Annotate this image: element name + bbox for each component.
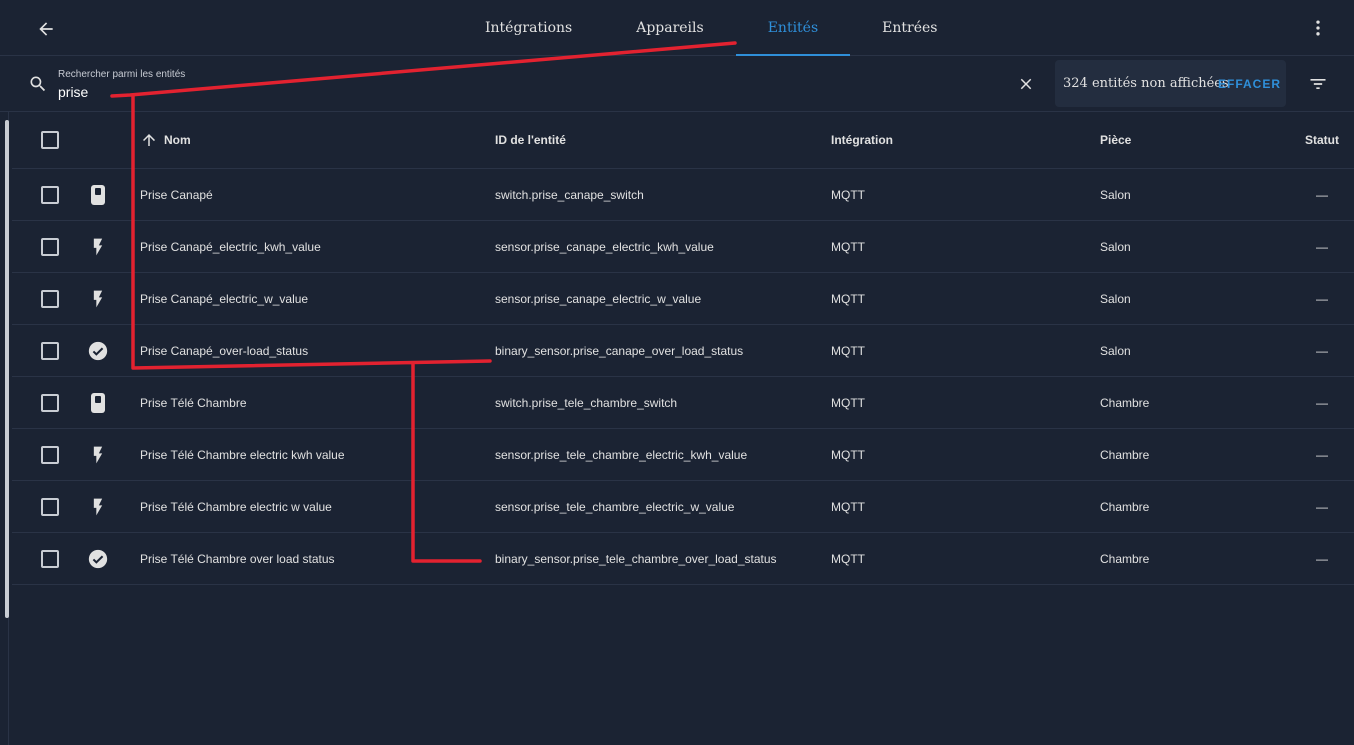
clear-filter-button[interactable]: EFFACER [1218,77,1281,91]
entity-id: switch.prise_tele_chambre_switch [495,395,678,410]
entity-integration: MQTT [831,447,865,462]
entity-integration: MQTT [831,343,865,358]
hidden-entities-count: 324 entités non affichées [1063,76,1229,91]
search-bar: Rechercher parmi les entités 324 entités… [0,56,1354,112]
flash-icon [86,429,110,480]
entity-integration: MQTT [831,551,865,566]
entity-area: Salon [1100,187,1131,202]
row-checkbox[interactable] [41,549,59,568]
entity-area: Chambre [1100,447,1150,462]
check-circle-icon [86,325,110,376]
entity-name: Prise Canapé_electric_kwh_value [140,239,321,254]
entity-id: sensor.prise_tele_chambre_electric_kwh_v… [495,447,748,462]
switch-icon [86,377,110,428]
entity-area: Salon [1100,343,1131,358]
entity-status: — [1316,291,1328,306]
entity-name: Prise Canapé [140,187,213,202]
entities-table: Nom ID de l'entité Intégration Pièce Sta… [12,112,1354,585]
table-row[interactable]: Prise Télé Chambre electric kwh value sen… [12,429,1354,481]
column-name-header[interactable]: Nom [140,112,191,168]
entity-id: sensor.prise_canape_electric_kwh_value [495,239,714,254]
entity-id: switch.prise_canape_switch [495,187,644,202]
entity-area: Chambre [1100,499,1150,514]
entity-area: Chambre [1100,395,1150,410]
entity-id: binary_sensor.prise_tele_chambre_over_lo… [495,551,777,566]
entity-area: Salon [1100,291,1131,306]
entity-id: sensor.prise_canape_electric_w_value [495,291,702,306]
row-checkbox[interactable] [41,341,59,360]
row-checkbox[interactable] [41,289,59,308]
top-app-bar: Intégrations Appareils Entités Entrées [0,0,1354,56]
entity-name: Prise Canapé_over-load_status [140,343,309,358]
flash-icon [86,481,110,532]
tab-integrations[interactable]: Intégrations [453,0,604,56]
filter-icon[interactable] [1306,72,1330,96]
table-row[interactable]: Prise Télé Chambre electric w value senso… [12,481,1354,533]
entity-integration: MQTT [831,395,865,410]
entity-name: Prise Télé Chambre over load status [140,551,335,566]
entity-status: — [1316,395,1328,410]
select-all-checkbox[interactable] [41,131,59,149]
more-vert-icon[interactable] [1304,14,1332,42]
entity-name: Prise Canapé_electric_w_value [140,291,309,306]
close-icon[interactable] [1014,72,1038,96]
search-icon [30,76,46,92]
table-row[interactable]: Prise Télé Chambre over load status binar… [12,533,1354,585]
back-arrow-icon[interactable] [30,13,62,45]
flash-icon [86,273,110,324]
entity-status: — [1316,187,1328,202]
entity-id: binary_sensor.prise_canape_over_load_sta… [495,343,744,358]
search-input[interactable] [58,82,458,102]
entity-name: Prise Télé Chambre electric kwh value [140,447,345,462]
row-checkbox[interactable] [41,497,59,516]
table-row[interactable]: Prise Canapé switch.prise_canape_switch MQ… [12,169,1354,221]
row-checkbox[interactable] [41,185,59,204]
tab-bar: Intégrations Appareils Entités Entrées [453,0,969,56]
search-label: Rechercher parmi les entités [58,69,186,80]
table-row[interactable]: Prise Canapé_electric_kwh_value sensor.pr… [12,221,1354,273]
entity-status: — [1316,499,1328,514]
row-checkbox[interactable] [41,237,59,256]
entity-status: — [1316,239,1328,254]
entity-area: Salon [1100,239,1131,254]
column-entity-id-header[interactable]: ID de l'entité [495,112,566,168]
column-area-header[interactable]: Pièce [1100,112,1131,168]
entity-integration: MQTT [831,499,865,514]
switch-icon [86,169,110,220]
entity-integration: MQTT [831,291,865,306]
row-checkbox[interactable] [41,393,59,412]
row-checkbox[interactable] [41,445,59,464]
table-row[interactable]: Prise Canapé_over-load_status binary_sens… [12,325,1354,377]
entity-status: — [1316,551,1328,566]
entity-id: sensor.prise_tele_chambre_electric_w_val… [495,499,735,514]
arrow-up-icon [140,131,158,149]
entity-name: Prise Télé Chambre [140,395,247,410]
scrollbar[interactable] [5,120,9,618]
table-row[interactable]: Prise Canapé_electric_w_value sensor.pris… [12,273,1354,325]
hidden-entities-notice: 324 entités non affichées EFFACER [1055,60,1286,107]
entity-status: — [1316,343,1328,358]
tab-helpers[interactable]: Entrées [850,0,969,56]
tab-devices[interactable]: Appareils [604,0,736,56]
tab-entities[interactable]: Entités [735,0,851,56]
entity-integration: MQTT [831,239,865,254]
column-status-header[interactable]: Statut [1302,112,1342,168]
entity-name: Prise Télé Chambre electric w value [140,499,332,514]
flash-icon [86,221,110,272]
table-row[interactable]: Prise Télé Chambre switch.prise_tele_cham… [12,377,1354,429]
entity-area: Chambre [1100,551,1150,566]
entity-status: — [1316,447,1328,462]
table-header: Nom ID de l'entité Intégration Pièce Sta… [12,112,1354,169]
entity-integration: MQTT [831,187,865,202]
check-circle-icon [86,533,110,584]
column-integration-header[interactable]: Intégration [831,112,893,168]
